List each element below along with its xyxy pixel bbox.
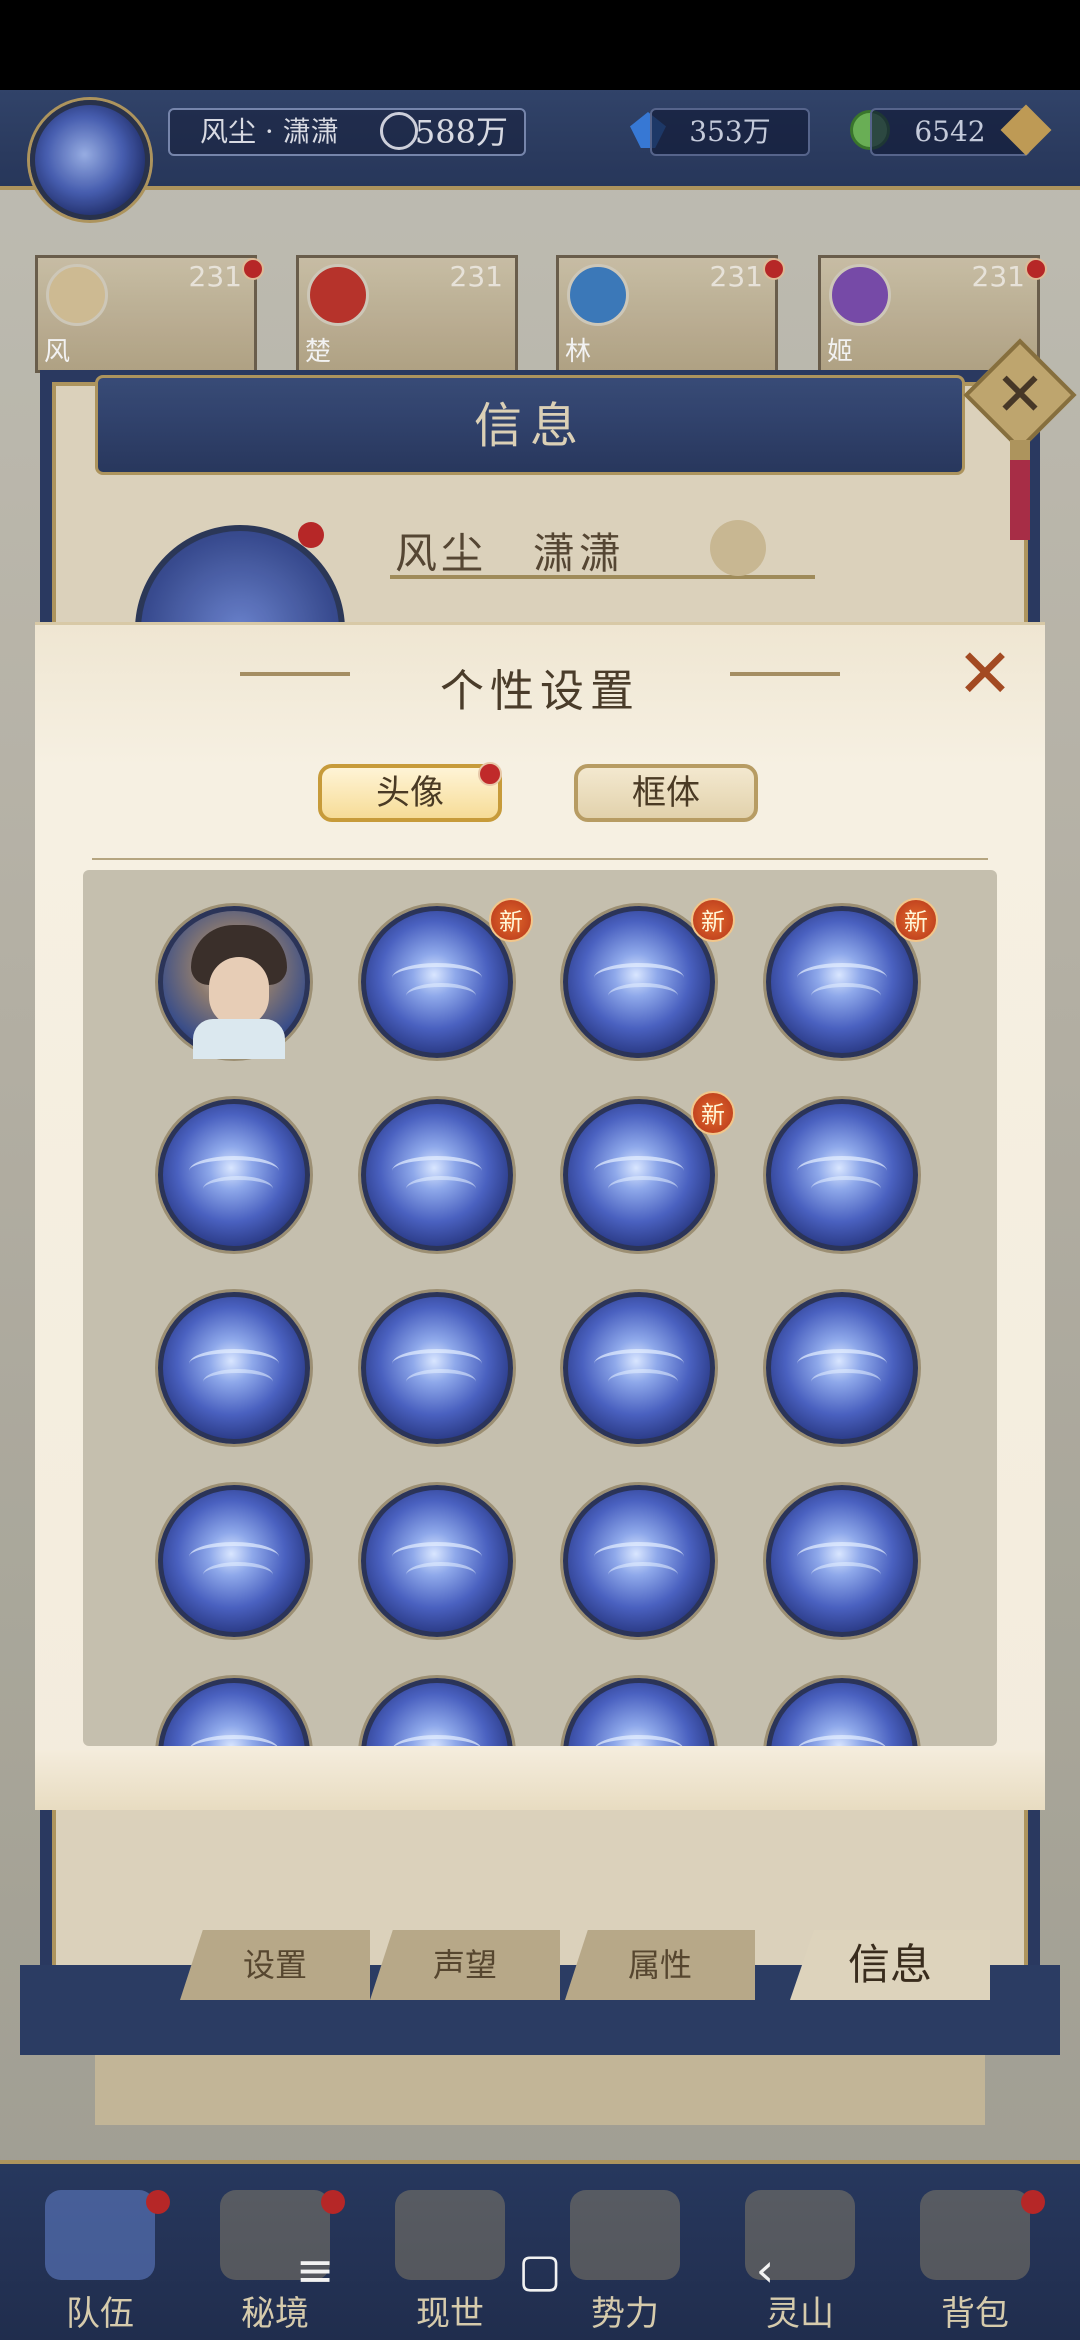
cloud-swirl-icon xyxy=(608,983,678,1009)
cloud-avatar-option[interactable] xyxy=(563,1678,715,1746)
cloud-avatar-option[interactable] xyxy=(563,1485,715,1637)
cloud-swirl-icon xyxy=(189,1735,279,1746)
title-decoration-right xyxy=(730,672,840,676)
cloud-swirl-icon xyxy=(203,1369,273,1395)
cloud-avatar-option[interactable] xyxy=(361,1485,513,1637)
cloud-swirl-icon xyxy=(406,1369,476,1395)
cloud-avatar-option[interactable] xyxy=(766,1485,918,1637)
cloud-avatar-option[interactable] xyxy=(563,1292,715,1444)
face-shape xyxy=(209,957,269,1027)
cloud-swirl-icon xyxy=(203,1562,273,1588)
modal-title: 个性设置 xyxy=(440,666,640,717)
cloud-avatar-option[interactable] xyxy=(158,1485,310,1637)
robe-shape xyxy=(193,1019,285,1059)
cloud-swirl-icon xyxy=(594,1735,684,1746)
cloud-swirl-icon xyxy=(608,1562,678,1588)
cloud-swirl-icon xyxy=(811,1176,881,1202)
cloud-swirl-icon xyxy=(811,1369,881,1395)
cloud-swirl-icon xyxy=(392,1735,482,1746)
cloud-swirl-icon xyxy=(811,1562,881,1588)
cloud-swirl-icon xyxy=(406,1176,476,1202)
cloud-avatar-option[interactable] xyxy=(158,1292,310,1444)
tab-frame[interactable]: 框体 xyxy=(574,764,758,822)
new-badge: 新 xyxy=(691,898,735,942)
divider xyxy=(92,858,988,860)
cloud-swirl-icon xyxy=(203,1176,273,1202)
cloud-avatar-option[interactable] xyxy=(158,1678,310,1746)
cloud-avatar-option[interactable] xyxy=(766,1678,918,1746)
status-bar xyxy=(0,0,1080,90)
new-badge: 新 xyxy=(691,1091,735,1135)
cloud-swirl-icon xyxy=(608,1176,678,1202)
cloud-avatar-option[interactable] xyxy=(361,1099,513,1251)
hero-avatar-option[interactable] xyxy=(158,906,310,1059)
cloud-swirl-icon xyxy=(797,1735,887,1746)
cloud-avatar-option[interactable] xyxy=(361,1678,513,1746)
modal-footer xyxy=(35,1750,1045,1810)
cloud-swirl-icon xyxy=(608,1369,678,1395)
cloud-avatar-option[interactable] xyxy=(766,1099,918,1251)
cloud-swirl-icon xyxy=(811,983,881,1009)
modal-close-button[interactable]: ✕ xyxy=(950,640,1020,710)
cloud-avatar-option[interactable] xyxy=(766,1292,918,1444)
cloud-avatar-option[interactable] xyxy=(158,1099,310,1251)
new-badge: 新 xyxy=(894,898,938,942)
title-decoration-left xyxy=(240,672,350,676)
cloud-swirl-icon xyxy=(406,1562,476,1588)
cloud-swirl-icon xyxy=(406,983,476,1009)
notification-dot xyxy=(478,762,502,786)
new-badge: 新 xyxy=(489,898,533,942)
cloud-avatar-option[interactable] xyxy=(361,1292,513,1444)
tab-avatar[interactable]: 头像 xyxy=(318,764,502,822)
avatar-grid: 新新新新 xyxy=(83,870,997,1746)
